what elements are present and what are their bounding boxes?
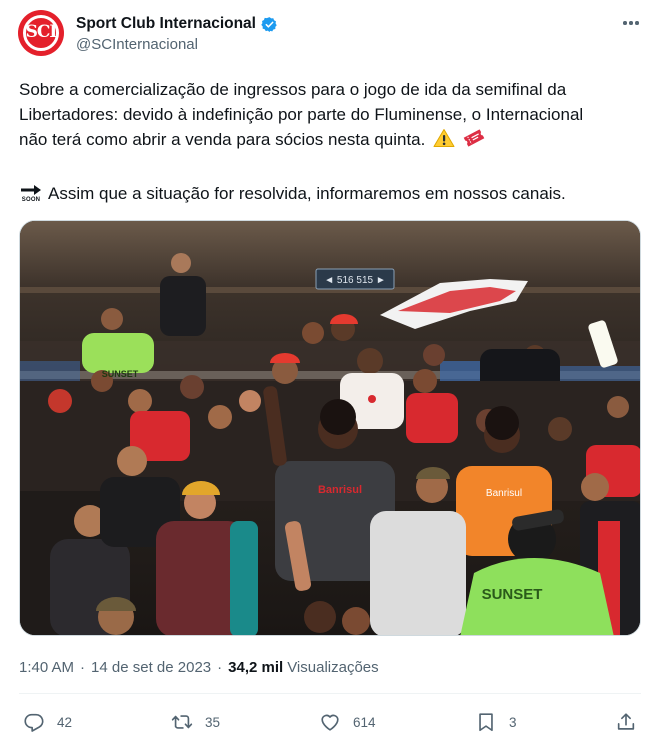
bookmark-icon	[479, 713, 493, 732]
tweet-line-3: não terá como abrir a venda para sócios …	[19, 130, 426, 149]
tweet-date[interactable]: 14 de set de 2023	[91, 659, 211, 676]
staff-vest-text: SUNSET	[482, 586, 543, 603]
soon-arrow-glyph	[21, 184, 41, 195]
avatar-initials: SCI	[25, 22, 58, 42]
soon-arrow-icon: SOON	[19, 182, 43, 206]
reply-count: 42	[57, 714, 73, 730]
author-display-name[interactable]: Sport Club Internacional	[76, 15, 256, 33]
views-count[interactable]: 34,2 mil	[228, 659, 283, 676]
tweet-line-2: Libertadores: devido à indefinição por p…	[19, 105, 584, 124]
orange-jersey-sponsor-text: Banrisul	[486, 488, 522, 499]
dot	[635, 21, 639, 25]
soon-label: SOON	[21, 196, 41, 203]
bookmark-button[interactable]: 3	[475, 708, 517, 736]
tweet-line-1: Sobre a comercialização de ingressos par…	[19, 80, 567, 99]
jersey-sponsor-text: Banrisul	[318, 484, 362, 496]
tweet-card: SCI Sport Club Internacional @SCInternac…	[0, 0, 660, 751]
reply-icon	[24, 713, 44, 732]
back-vest-text: SUNSET	[102, 369, 139, 379]
dot	[623, 21, 627, 25]
tweet-photo[interactable]: ◄ 516 515 ► Banrisul Banrisul SUNSET SUN…	[19, 220, 641, 636]
tweet-line-3-wrap: não terá como abrir a venda para sócios …	[19, 127, 644, 152]
share-button[interactable]	[615, 708, 637, 736]
meta-separator: ·	[217, 658, 223, 676]
heart-icon	[321, 714, 339, 731]
bookmark-count: 3	[509, 714, 517, 730]
like-count: 614	[353, 714, 376, 730]
second-paragraph-text: Assim que a situação for resolvida, info…	[48, 183, 566, 203]
action-bar: 42 35 614 3	[19, 708, 641, 736]
retweet-icon	[171, 715, 193, 729]
tweet-meta: 1:40 AM · 14 de set de 2023 · 34,2 mil V…	[19, 657, 379, 677]
warning-emoji	[433, 129, 455, 147]
views-label: Visualizações	[287, 658, 379, 676]
ticket-emoji	[463, 129, 485, 147]
seat-sign-text: ◄ 516 515 ►	[324, 275, 386, 286]
divider	[19, 693, 641, 694]
tweet-time[interactable]: 1:40 AM	[19, 659, 74, 676]
meta-separator: ·	[80, 658, 86, 676]
share-icon	[617, 713, 635, 730]
verified-badge-icon[interactable]	[261, 16, 278, 33]
tweet-text: Sobre a comercialização de ingressos par…	[19, 77, 644, 152]
retweet-count: 35	[205, 714, 221, 730]
retweet-button[interactable]: 35	[171, 708, 220, 736]
dot	[629, 21, 633, 25]
like-button[interactable]: 614	[319, 708, 376, 736]
author-handle[interactable]: @SCInternacional	[76, 36, 198, 53]
avatar[interactable]: SCI	[18, 10, 64, 56]
tweet-second-paragraph: SOON Assim que a situação for resolvida,…	[19, 181, 566, 206]
reply-button[interactable]: 42	[23, 708, 72, 736]
author-name-row: Sport Club Internacional	[76, 14, 278, 34]
more-options-icon[interactable]	[618, 13, 644, 33]
stadium-crowd-photo: ◄ 516 515 ► Banrisul Banrisul SUNSET SUN…	[20, 221, 640, 635]
